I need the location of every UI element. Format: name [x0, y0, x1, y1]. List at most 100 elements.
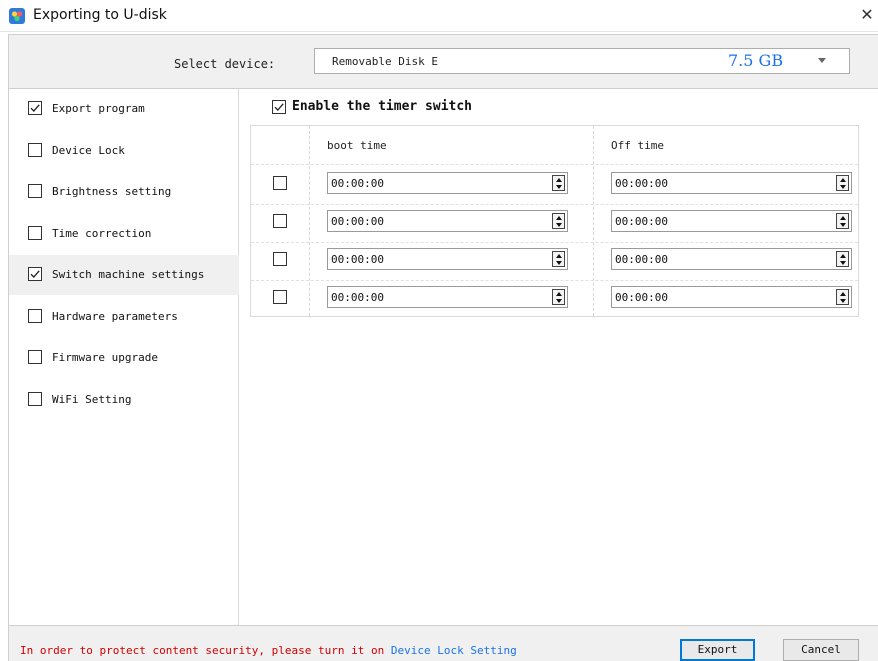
row-divider	[251, 164, 858, 165]
sidebar-item-label: Export program	[52, 102, 145, 115]
off-time-input[interactable]: 00:00:00	[611, 286, 852, 308]
checkmark-icon	[274, 103, 284, 111]
boot-time-input[interactable]: 00:00:00	[327, 248, 568, 270]
security-notice-text: In order to protect content security, pl…	[20, 644, 385, 657]
off-time-input-value: 00:00:00	[615, 215, 668, 228]
spinner-updown-icon[interactable]	[552, 251, 565, 267]
sidebar-item-switch-machine-settings[interactable]: Switch machine settings	[9, 255, 239, 295]
spinner-updown-icon[interactable]	[836, 175, 849, 191]
sidebar-item-checkbox[interactable]	[28, 101, 42, 115]
timer-panel: Enable the timer switch boot time Off ti…	[240, 89, 878, 625]
sidebar: Export program Device Lock Brightness sett…	[8, 89, 239, 625]
export-button[interactable]: Export	[680, 639, 755, 661]
boot-time-header: boot time	[327, 139, 387, 152]
sidebar-item-checkbox[interactable]	[28, 267, 42, 281]
sidebar-item-wifi-setting[interactable]: WiFi Setting	[9, 380, 239, 420]
sidebar-item-label: Time correction	[52, 226, 152, 240]
spin-down-icon[interactable]	[556, 261, 562, 265]
spinner-updown-icon[interactable]	[552, 175, 565, 191]
off-time-input-value: 00:00:00	[615, 177, 668, 190]
sidebar-item-label: WiFi Setting	[52, 392, 132, 406]
select-device-label: Select device:	[174, 57, 276, 71]
sidebar-item-label: Hardware parameters	[52, 309, 178, 323]
sidebar-item-time-correction[interactable]: Time correction	[9, 214, 239, 254]
timer-row-checkbox[interactable]	[273, 214, 287, 228]
sidebar-item-hardware-parameters[interactable]: Hardware parameters	[9, 297, 239, 337]
checkmark-icon	[30, 270, 40, 278]
boot-time-input[interactable]: 00:00:00	[327, 172, 568, 194]
spin-up-icon[interactable]	[840, 254, 846, 258]
boot-time-input-value: 00:00:00	[331, 215, 384, 228]
spin-down-icon[interactable]	[556, 185, 562, 189]
boot-time-input-value: 00:00:00	[331, 177, 384, 190]
column-divider	[593, 126, 594, 316]
sidebar-item-label: Switch machine settings	[52, 268, 205, 281]
row-divider	[251, 204, 858, 205]
spin-up-icon[interactable]	[840, 178, 846, 182]
enable-timer-label: Enable the timer switch	[292, 99, 473, 114]
spin-up-icon[interactable]	[840, 292, 846, 296]
spin-up-icon[interactable]	[556, 216, 562, 220]
enable-timer-switch[interactable]: Enable the timer switch	[272, 99, 552, 117]
off-time-header: Off time	[611, 139, 664, 152]
spinner-updown-icon[interactable]	[836, 213, 849, 229]
off-time-input-value: 00:00:00	[615, 291, 668, 304]
sidebar-item-checkbox[interactable]	[28, 391, 42, 406]
security-notice: In order to protect content security, pl…	[20, 644, 517, 657]
boot-time-input[interactable]: 00:00:00	[327, 286, 568, 308]
sidebar-item-label: Device Lock	[52, 143, 125, 157]
device-name: Removable Disk E	[332, 55, 438, 68]
timer-row-checkbox[interactable]	[273, 252, 287, 266]
checkmark-icon	[30, 104, 40, 112]
sidebar-item-label: Firmware upgrade	[52, 351, 158, 364]
column-divider	[309, 126, 310, 316]
spin-down-icon[interactable]	[840, 261, 846, 265]
spin-up-icon[interactable]	[556, 292, 562, 296]
row-divider	[251, 280, 858, 281]
device-select[interactable]: Removable Disk E 7.5 GB	[314, 48, 850, 74]
spin-down-icon[interactable]	[840, 299, 846, 303]
spin-down-icon[interactable]	[840, 223, 846, 227]
off-time-input[interactable]: 00:00:00	[611, 210, 852, 232]
app-logo-icon	[9, 8, 25, 24]
off-time-input[interactable]: 00:00:00	[611, 248, 852, 270]
spin-down-icon[interactable]	[556, 299, 562, 303]
spinner-updown-icon[interactable]	[552, 213, 565, 229]
window-title: Exporting to U-disk	[33, 7, 167, 23]
title-bar: Exporting to U-disk ✕	[0, 0, 878, 32]
sidebar-item-checkbox[interactable]	[28, 142, 42, 157]
sidebar-item-label: Brightness setting	[52, 185, 172, 198]
spin-up-icon[interactable]	[556, 254, 562, 258]
sidebar-item-checkbox[interactable]	[28, 308, 42, 323]
enable-timer-checkbox[interactable]	[272, 100, 286, 114]
spin-down-icon[interactable]	[556, 223, 562, 227]
sidebar-item-device-lock[interactable]: Device Lock	[9, 131, 239, 171]
footer-bar: In order to protect content security, pl…	[8, 625, 878, 661]
device-lock-setting-link[interactable]: Device Lock Setting	[391, 644, 517, 657]
spin-up-icon[interactable]	[840, 216, 846, 220]
sidebar-item-checkbox[interactable]	[28, 184, 42, 198]
boot-time-input-value: 00:00:00	[331, 291, 384, 304]
off-time-input-value: 00:00:00	[615, 253, 668, 266]
device-size: 7.5 GB	[728, 51, 784, 70]
off-time-input[interactable]: 00:00:00	[611, 172, 852, 194]
chevron-down-icon[interactable]	[818, 58, 826, 63]
sidebar-item-checkbox[interactable]	[28, 350, 42, 364]
spin-up-icon[interactable]	[556, 178, 562, 182]
spin-down-icon[interactable]	[840, 185, 846, 189]
row-divider	[251, 242, 858, 243]
device-bar: Select device: Removable Disk E 7.5 GB	[8, 34, 878, 89]
close-icon[interactable]: ✕	[858, 6, 876, 24]
boot-time-input[interactable]: 00:00:00	[327, 210, 568, 232]
sidebar-item-firmware-upgrade[interactable]: Firmware upgrade	[9, 338, 239, 378]
spinner-updown-icon[interactable]	[836, 289, 849, 305]
timer-table: boot time Off time 00:00:00 00:00:00 00:00…	[250, 125, 859, 317]
sidebar-item-export-program[interactable]: Export program	[9, 89, 239, 129]
timer-row-checkbox[interactable]	[273, 176, 287, 190]
timer-row-checkbox[interactable]	[273, 290, 287, 304]
sidebar-item-checkbox[interactable]	[28, 225, 42, 240]
spinner-updown-icon[interactable]	[836, 251, 849, 267]
cancel-button[interactable]: Cancel	[783, 639, 859, 661]
spinner-updown-icon[interactable]	[552, 289, 565, 305]
sidebar-item-brightness-setting[interactable]: Brightness setting	[9, 172, 239, 212]
